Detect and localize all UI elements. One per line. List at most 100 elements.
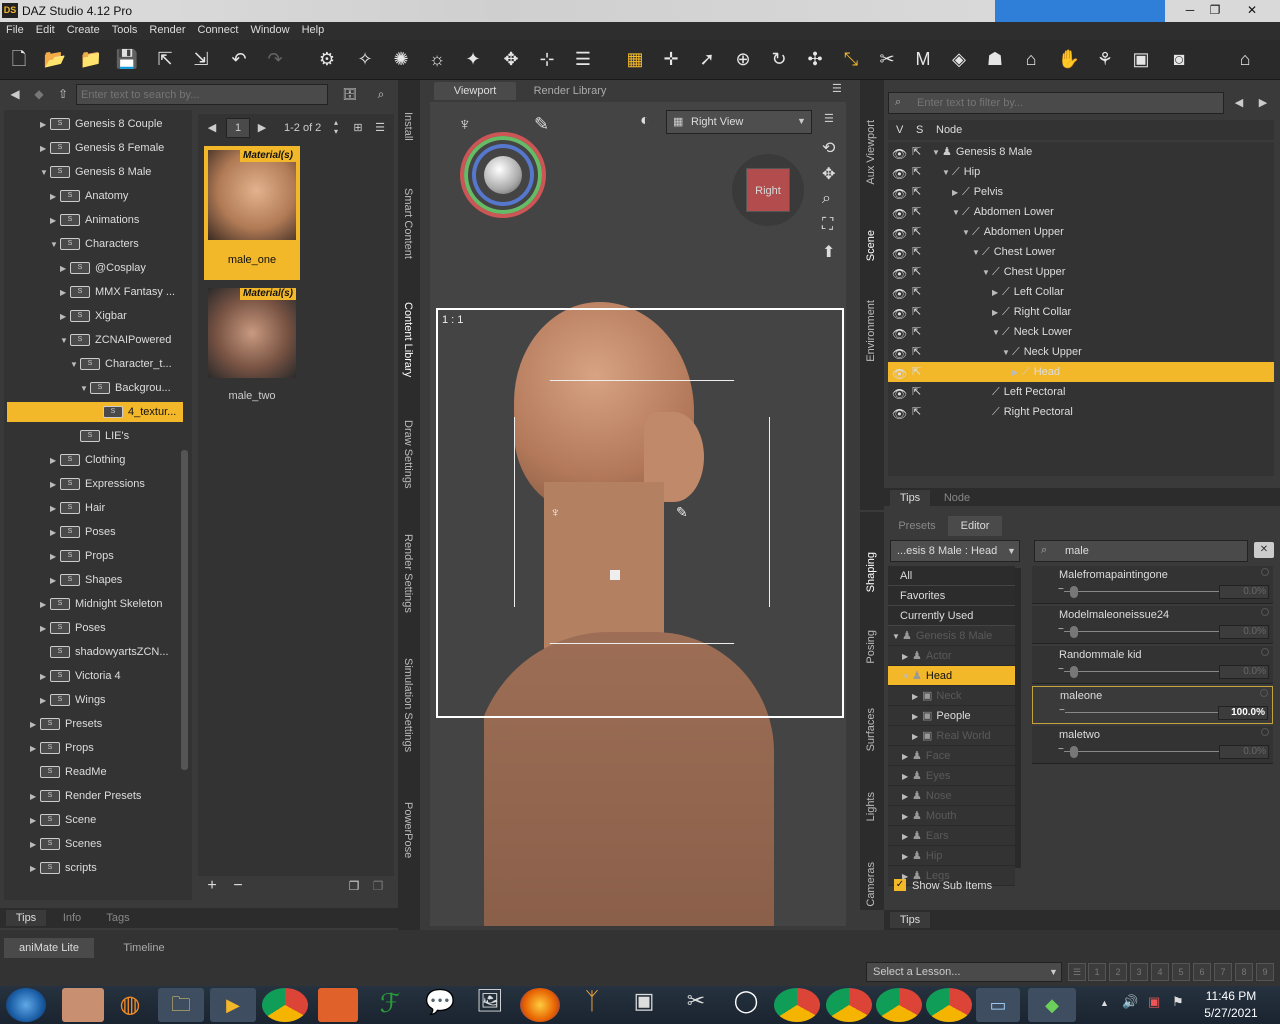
scene-filter-box[interactable]: ⌕ bbox=[888, 92, 1224, 114]
select-cursor-icon[interactable]: ⇱ bbox=[912, 222, 921, 242]
slider-options-icon[interactable] bbox=[1261, 648, 1269, 656]
reset-camera-icon[interactable]: ⬆ bbox=[822, 242, 842, 262]
select-cursor-icon[interactable]: ⇱ bbox=[912, 262, 921, 282]
camera-icon[interactable]: ◙ bbox=[1166, 46, 1192, 72]
view-cube-ring[interactable]: Right bbox=[732, 154, 804, 226]
view-selector[interactable]: ▦ Right View ▼ bbox=[666, 110, 812, 134]
select-cursor-icon[interactable]: ⇱ bbox=[912, 282, 921, 302]
avatar-app-icon[interactable] bbox=[62, 988, 104, 1022]
paste-icon[interactable]: ❐ bbox=[368, 876, 388, 896]
page-prev-icon[interactable]: ◀ bbox=[202, 118, 222, 138]
decrement-icon[interactable]: − bbox=[1059, 705, 1065, 716]
database-icon[interactable]: 🗄 bbox=[334, 84, 366, 105]
distant-light-icon[interactable]: ☼ bbox=[424, 46, 450, 72]
select-cursor-icon[interactable]: ⇱ bbox=[912, 302, 921, 322]
add-icon[interactable]: + bbox=[202, 876, 222, 896]
up-arrow-icon[interactable]: ⇧ bbox=[52, 84, 74, 104]
tree-item[interactable]: ▶ S Victoria 4 bbox=[4, 666, 180, 686]
scene-node-row[interactable]: 👁 ⇱ ▼ ♟ Genesis 8 Male bbox=[888, 142, 1274, 162]
side-tab-install[interactable]: Install bbox=[402, 112, 414, 141]
app-circle-icon[interactable]: ◯ bbox=[726, 988, 766, 1022]
render-camera-icon[interactable]: ⌂ bbox=[1018, 46, 1044, 72]
shading-mode-icon[interactable]: ◐ bbox=[640, 112, 662, 134]
property-group[interactable]: ▶ ♟ Nose bbox=[888, 786, 1015, 806]
tree-item[interactable]: ▶ S @Cosplay bbox=[4, 258, 180, 278]
property-group[interactable]: ▶ ▣ People bbox=[888, 706, 1015, 726]
expand-arrow-icon[interactable]: ▶ bbox=[40, 619, 50, 639]
back-arrow-icon[interactable]: ◀ bbox=[4, 84, 26, 104]
menu-file[interactable]: File bbox=[0, 22, 30, 36]
property-slider[interactable]: Randommale kid−+0.0% bbox=[1032, 646, 1273, 684]
app-green-icon[interactable]: ℱ bbox=[370, 988, 410, 1022]
scene-node-row[interactable]: 👁 ⇱ ▼ ⟋ Abdomen Lower bbox=[888, 202, 1274, 222]
tree-item[interactable]: SshadowyartsZCN... bbox=[4, 642, 180, 662]
slider-value[interactable]: 100.0% bbox=[1218, 706, 1268, 720]
expand-arrow-icon[interactable]: ▶ bbox=[40, 115, 50, 135]
expand-arrow-icon[interactable]: ▶ bbox=[40, 667, 50, 687]
menu-edit[interactable]: Edit bbox=[30, 22, 61, 36]
tray-expand-icon[interactable]: ▲ bbox=[1100, 998, 1109, 1008]
slider-options-icon[interactable] bbox=[1260, 689, 1268, 697]
property-group[interactable]: Currently Used bbox=[888, 606, 1015, 626]
property-group[interactable]: Favorites bbox=[888, 586, 1015, 606]
side-tab-surfaces[interactable]: Surfaces bbox=[865, 708, 877, 751]
property-slider[interactable]: maletwo−+0.0% bbox=[1032, 726, 1273, 764]
select-cursor-icon[interactable]: ⇱ bbox=[912, 322, 921, 342]
menu-window[interactable]: Window bbox=[244, 22, 295, 36]
flag-icon[interactable]: ⚑ bbox=[1172, 994, 1184, 1010]
visibility-eye-icon[interactable]: 👁 bbox=[892, 284, 907, 304]
page-next-icon[interactable]: ▶ bbox=[252, 118, 272, 138]
expand-arrow-icon[interactable]: ▼ bbox=[972, 243, 982, 263]
expand-arrow-icon[interactable]: ▼ bbox=[982, 263, 992, 283]
expand-arrow-icon[interactable]: ▶ bbox=[902, 787, 912, 807]
expand-arrow-icon[interactable]: ▶ bbox=[992, 283, 1002, 303]
forward-arrow-icon[interactable]: ◆ bbox=[28, 84, 50, 104]
scene-node-row[interactable]: 👁 ⇱ ▼ ⟋ Chest Lower bbox=[888, 242, 1274, 262]
lesson-page-button[interactable]: 5 bbox=[1172, 963, 1190, 981]
expand-arrow-icon[interactable]: ▶ bbox=[30, 835, 40, 855]
remove-icon[interactable]: − bbox=[228, 876, 248, 896]
clear-search-icon[interactable]: ✕ bbox=[1254, 542, 1274, 558]
undo-icon[interactable]: ↶ bbox=[226, 46, 252, 72]
scene-node-row[interactable]: 👁 ⇱ ⟋ Left Pectoral bbox=[888, 382, 1274, 402]
tree-item[interactable]: ▶ S Expressions bbox=[4, 474, 180, 494]
visibility-eye-icon[interactable]: 👁 bbox=[892, 264, 907, 284]
expand-arrow-icon[interactable]: ▼ bbox=[962, 223, 972, 243]
property-slider[interactable]: Malefromapaintingone−+0.0% bbox=[1032, 566, 1273, 604]
camera-tool-icon[interactable]: ✥ bbox=[498, 46, 524, 72]
tree-item[interactable]: ▼ S Character_t... bbox=[4, 354, 180, 374]
photos-icon[interactable]: 🖼 bbox=[470, 988, 510, 1022]
expand-arrow-icon[interactable]: ▶ bbox=[50, 499, 60, 519]
expand-arrow-icon[interactable]: ▶ bbox=[50, 475, 60, 495]
scene-node-row[interactable]: 👁 ⇱ ⟋ Right Pectoral bbox=[888, 402, 1274, 422]
render-icon[interactable]: ▣ bbox=[1128, 46, 1154, 72]
visibility-eye-icon[interactable]: 👁 bbox=[892, 204, 907, 224]
visibility-eye-icon[interactable]: 👁 bbox=[892, 404, 907, 424]
expand-arrow-icon[interactable]: ▶ bbox=[902, 827, 912, 847]
lesson-page-button[interactable]: 4 bbox=[1151, 963, 1169, 981]
checkbox-checked-icon[interactable]: ✓ bbox=[894, 879, 906, 891]
visibility-eye-icon[interactable]: 👁 bbox=[892, 184, 907, 204]
app-window-icon[interactable]: ▣ bbox=[624, 988, 664, 1022]
content-item-male-one[interactable]: Material(s) male_one bbox=[204, 146, 300, 280]
tree-item[interactable]: ▶ S Scene bbox=[4, 810, 180, 830]
lesson-page-button[interactable]: 6 bbox=[1193, 963, 1211, 981]
tab-presets[interactable]: Presets bbox=[890, 516, 944, 536]
viewport-options-icon[interactable]: ☰ bbox=[824, 112, 842, 130]
decrement-icon[interactable]: − bbox=[1058, 624, 1064, 635]
select-cursor-icon[interactable]: ⇱ bbox=[912, 362, 921, 382]
visibility-eye-icon[interactable]: 👁 bbox=[892, 224, 907, 244]
select-cursor-icon[interactable]: ⇱ bbox=[912, 182, 921, 202]
expand-arrow-icon[interactable]: ▶ bbox=[902, 847, 912, 867]
menu-help[interactable]: Help bbox=[296, 22, 331, 36]
property-group[interactable]: ▶ ♟ Actor bbox=[888, 646, 1015, 666]
tree-item[interactable]: ▶ S Poses bbox=[4, 522, 180, 542]
expand-arrow-icon[interactable]: ▶ bbox=[50, 451, 60, 471]
tree-item[interactable]: ▶ S Xigbar bbox=[4, 306, 180, 326]
expand-arrow-icon[interactable]: ▼ bbox=[952, 203, 962, 223]
pan-camera-icon[interactable]: ✥ bbox=[822, 164, 842, 184]
visibility-eye-icon[interactable]: 👁 bbox=[892, 384, 907, 404]
menu-tools[interactable]: Tools bbox=[106, 22, 144, 36]
expand-arrow-icon[interactable]: ▶ bbox=[30, 859, 40, 879]
universal-tool-icon[interactable]: ✛ bbox=[658, 46, 684, 72]
